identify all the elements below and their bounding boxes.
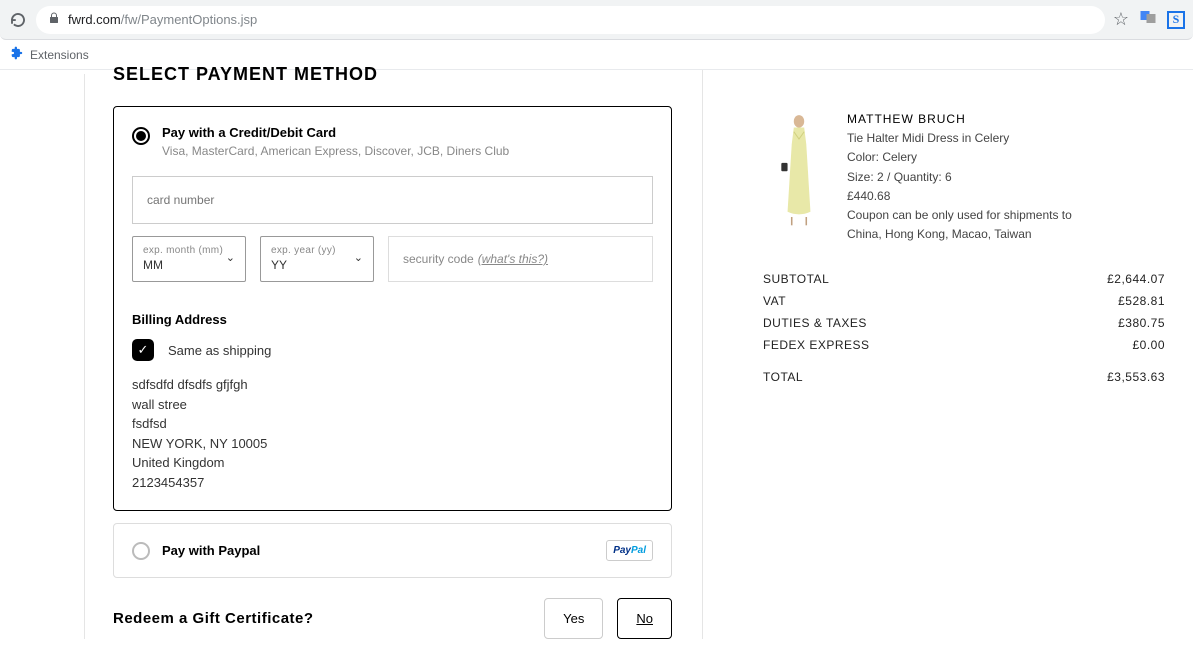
billing-address: sdfsdfd dfsdfs gfjfgh wall stree fsdfsd … <box>132 375 653 492</box>
reload-icon[interactable] <box>8 10 28 30</box>
summary-total: TOTAL £3,553.63 <box>763 370 1165 384</box>
paypal-logo: PayPal <box>606 540 653 561</box>
same-as-shipping-checkbox[interactable]: ✓ <box>132 339 154 361</box>
browser-right-icons: ☆ S <box>1113 8 1185 31</box>
same-as-shipping-label: Same as shipping <box>168 343 271 358</box>
left-gutter <box>0 74 85 639</box>
url-path: /fw/PaymentOptions.jsp <box>121 12 258 27</box>
order-item: MATTHEW BRUCH Tie Halter Midi Dress in C… <box>763 110 1165 244</box>
summary-shipping: FEDEX EXPRESS £0.00 <box>763 338 1165 352</box>
star-icon[interactable]: ☆ <box>1113 9 1129 30</box>
browser-bar: fwrd.com /fw/PaymentOptions.jsp ☆ S <box>0 0 1193 40</box>
gift-title: Redeem a Gift Certificate? <box>113 610 314 627</box>
whats-this-link[interactable]: (what's this?) <box>478 252 548 266</box>
gift-yes-button[interactable]: Yes <box>544 598 603 639</box>
s-ext-icon[interactable]: S <box>1167 11 1185 29</box>
exp-month-select[interactable]: exp. month (mm) MM ⌄ <box>132 236 246 282</box>
card-number-input[interactable] <box>132 176 653 224</box>
chevron-down-icon: ⌄ <box>354 251 363 264</box>
exp-year-select[interactable]: exp. year (yy) YY ⌄ <box>260 236 374 282</box>
credit-card-subtitle: Visa, MasterCard, American Express, Disc… <box>162 144 653 158</box>
product-price: £440.68 <box>847 187 1097 206</box>
credit-card-panel: Pay with a Credit/Debit Card Visa, Maste… <box>113 106 672 511</box>
url-domain: fwrd.com <box>68 12 121 27</box>
product-brand: MATTHEW BRUCH <box>847 110 1097 129</box>
translate-ext-icon[interactable] <box>1139 8 1157 31</box>
url-bar[interactable]: fwrd.com /fw/PaymentOptions.jsp <box>36 6 1105 34</box>
security-code-input[interactable]: security code (what's this?) <box>388 236 653 282</box>
section-title: SELECT PAYMENT METHOD <box>113 64 672 88</box>
product-color: Color: Celery <box>847 148 1097 167</box>
billing-title: Billing Address <box>132 312 653 327</box>
summary-duties: DUTIES & TAXES £380.75 <box>763 316 1165 330</box>
product-size-qty: Size: 2 / Quantity: 6 <box>847 168 1097 187</box>
summary-vat: VAT £528.81 <box>763 294 1165 308</box>
chevron-down-icon: ⌄ <box>226 251 235 264</box>
product-image <box>763 110 835 230</box>
credit-card-radio[interactable] <box>132 127 150 145</box>
summary-subtotal: SUBTOTAL £2,644.07 <box>763 272 1165 286</box>
paypal-title: Pay with Paypal <box>162 543 260 558</box>
coupon-note: Coupon can be only used for shipments to… <box>847 206 1097 244</box>
product-name: Tie Halter Midi Dress in Celery <box>847 129 1097 148</box>
paypal-panel[interactable]: Pay with Paypal PayPal <box>113 523 672 578</box>
lock-icon <box>48 12 60 27</box>
gift-no-button[interactable]: No <box>617 598 672 639</box>
puzzle-icon[interactable] <box>10 46 24 63</box>
paypal-radio[interactable] <box>132 542 150 560</box>
extensions-label[interactable]: Extensions <box>30 48 89 62</box>
credit-card-title: Pay with a Credit/Debit Card <box>162 125 653 140</box>
